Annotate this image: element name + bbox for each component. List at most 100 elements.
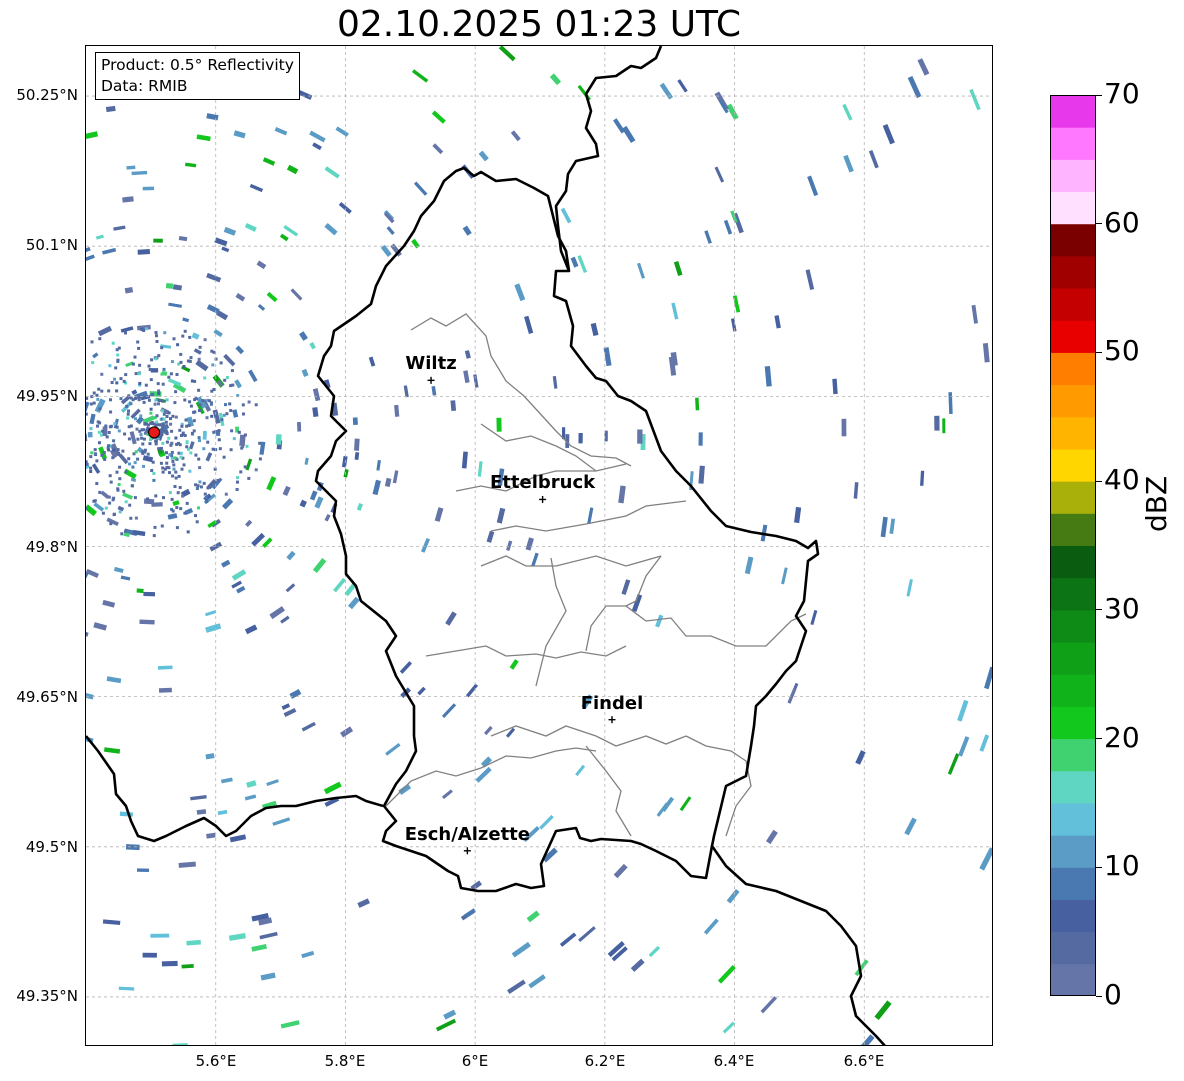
echo-cell bbox=[236, 476, 239, 480]
echo-cell bbox=[152, 472, 156, 475]
echo-cell bbox=[111, 341, 115, 345]
echo-cell bbox=[281, 703, 291, 710]
echo-cell bbox=[843, 154, 854, 173]
echo-cell bbox=[124, 373, 128, 377]
echo-cell bbox=[109, 480, 113, 484]
echo-cell bbox=[105, 435, 109, 439]
echo-cell bbox=[254, 403, 258, 407]
echo-cell bbox=[170, 441, 174, 445]
echo-cell bbox=[590, 322, 599, 337]
echo-cell bbox=[324, 166, 340, 179]
echo-cell bbox=[498, 46, 516, 62]
echo-cell bbox=[272, 817, 291, 826]
echo-cell bbox=[91, 361, 95, 365]
echo-cell bbox=[107, 444, 111, 448]
echo-cell bbox=[224, 403, 227, 407]
echo-cell bbox=[181, 431, 185, 435]
echo-cell bbox=[116, 353, 120, 357]
echo-cell bbox=[196, 484, 200, 488]
echo-cell bbox=[189, 356, 193, 360]
radar-map[interactable]: Wiltz Ettelbruck Findel Esch/Alzette bbox=[85, 45, 993, 1046]
echo-cell bbox=[89, 427, 93, 431]
echo-cell bbox=[151, 392, 155, 396]
echo-cell bbox=[889, 518, 896, 534]
echo-cell bbox=[102, 599, 116, 608]
data-source-label: Data: RMIB bbox=[101, 77, 188, 95]
echo-cell bbox=[116, 359, 120, 363]
echo-cell bbox=[197, 357, 201, 361]
echo-cell bbox=[165, 461, 169, 465]
echo-cell bbox=[575, 764, 586, 777]
echo-cell bbox=[180, 467, 184, 471]
echo-cell bbox=[154, 398, 158, 402]
echo-cell bbox=[157, 389, 161, 393]
echo-cell bbox=[167, 436, 171, 440]
echo-cell bbox=[182, 463, 186, 467]
echo-cell bbox=[259, 931, 278, 940]
echo-cell bbox=[241, 403, 245, 407]
echo-cell bbox=[170, 456, 174, 460]
echo-cell bbox=[108, 364, 112, 368]
echo-cell bbox=[340, 726, 354, 738]
echo-cell bbox=[254, 468, 258, 472]
echo-cell bbox=[335, 126, 349, 137]
radar-site-marker bbox=[148, 426, 161, 439]
echo-cell bbox=[356, 503, 363, 511]
echo-cell bbox=[507, 979, 526, 994]
lon-label-5-8: 5.8°E bbox=[324, 1052, 366, 1070]
echo-cell bbox=[139, 433, 143, 437]
echo-cell bbox=[160, 524, 164, 528]
echo-cell bbox=[185, 162, 197, 168]
echo-cell bbox=[168, 453, 172, 457]
echo-cell bbox=[137, 346, 141, 350]
echo-cell bbox=[249, 183, 264, 193]
echo-cell bbox=[128, 462, 131, 466]
canton-border bbox=[585, 745, 632, 837]
echo-cell bbox=[262, 157, 276, 166]
echo-cell bbox=[136, 437, 140, 441]
echo-cell bbox=[301, 950, 315, 959]
echo-cell bbox=[176, 491, 180, 495]
echo-cell bbox=[87, 431, 93, 438]
echo-cell bbox=[186, 939, 201, 946]
echo-cell bbox=[333, 577, 346, 593]
echo-cell bbox=[98, 441, 101, 445]
echo-cell bbox=[309, 342, 316, 350]
echo-cell bbox=[241, 445, 245, 448]
echo-cell bbox=[97, 387, 101, 391]
echo-cell bbox=[208, 399, 212, 403]
lon-label-6-0: 6°E bbox=[461, 1052, 489, 1070]
lon-label-6-6: 6.6°E bbox=[843, 1052, 885, 1070]
echo-cell bbox=[93, 452, 97, 456]
echo-cell bbox=[463, 908, 477, 919]
echo-cell bbox=[114, 366, 118, 370]
echo-cell bbox=[98, 421, 102, 425]
echo-cell bbox=[133, 461, 137, 465]
echo-cell bbox=[904, 817, 917, 836]
echo-cell bbox=[882, 123, 895, 145]
echo-cell bbox=[280, 615, 290, 624]
echo-cell bbox=[171, 459, 175, 463]
echo-cell bbox=[266, 291, 278, 303]
echo-cell bbox=[133, 355, 137, 359]
echo-cell bbox=[165, 456, 169, 459]
echo-cell bbox=[92, 401, 96, 405]
echo-cell bbox=[971, 304, 978, 324]
echo-cell bbox=[134, 417, 137, 421]
canton-border bbox=[480, 555, 662, 567]
echo-cell bbox=[109, 410, 113, 414]
city-marker bbox=[608, 716, 616, 724]
echo-cell bbox=[175, 442, 179, 446]
echo-cell bbox=[198, 466, 202, 470]
echo-cell bbox=[224, 492, 228, 496]
echo-cell bbox=[129, 516, 133, 520]
echo-cell bbox=[119, 377, 123, 381]
echo-cell bbox=[235, 488, 239, 491]
echo-cell bbox=[122, 492, 134, 500]
colorbar-segment bbox=[1050, 95, 1096, 128]
echo-cell bbox=[115, 348, 119, 352]
echo-cell bbox=[297, 421, 302, 432]
echo-cell bbox=[115, 389, 119, 393]
echo-cell bbox=[188, 335, 192, 339]
echo-cell bbox=[173, 485, 177, 488]
